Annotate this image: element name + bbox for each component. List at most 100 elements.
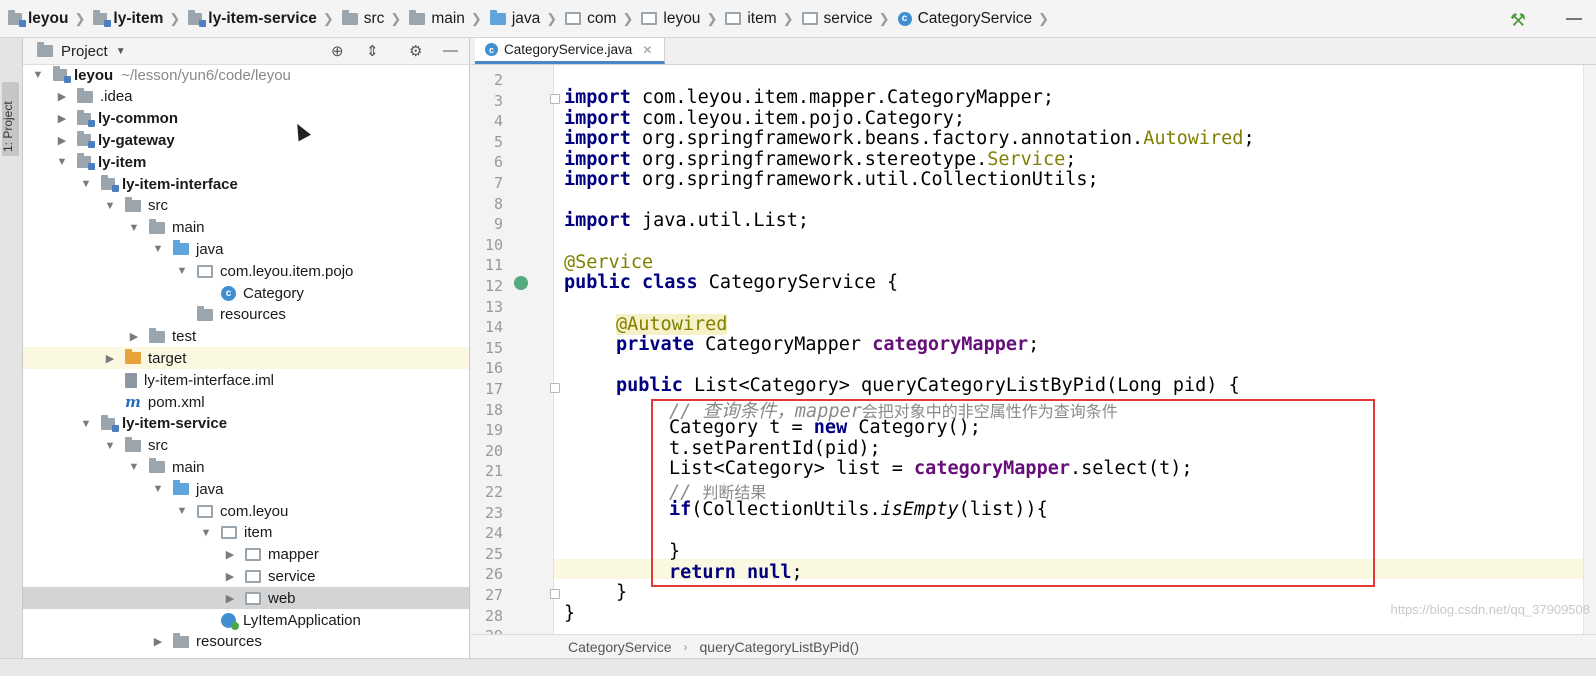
tree-item[interactable]: c Category	[23, 282, 469, 304]
collapse-arrow-icon[interactable]: ▶	[127, 330, 141, 343]
code-line-12: public class CategoryService {	[564, 272, 899, 293]
menu-icon[interactable]	[1566, 18, 1582, 20]
breadcrumb-item[interactable]: com ❯	[565, 10, 641, 28]
chevron-right-icon: ❯	[470, 10, 482, 26]
line-number: 18	[484, 400, 503, 419]
fold-marker-icon[interactable]	[550, 383, 560, 393]
tree-item[interactable]: ▶ web	[23, 587, 469, 610]
tree-item-label: web	[268, 589, 296, 607]
package-icon	[245, 548, 261, 562]
collapse-arrow-icon[interactable]: ▶	[223, 592, 237, 605]
status-class-crumb[interactable]: CategoryService	[568, 639, 672, 655]
close-icon[interactable]: ✕	[642, 43, 652, 57]
collapse-arrow-icon[interactable]: ▶	[151, 635, 165, 648]
line-number-gutter: 2 3 4 5 6 7 8 9 10 11 12 13 14 15 16 17 18 19 20 21 22 23 24 25…	[471, 65, 554, 662]
breadcrumb-item[interactable]: leyou ❯	[8, 9, 93, 28]
code-line-7: import org.springframework.util.Collecti…	[564, 169, 1099, 190]
locate-target-icon[interactable]: ⊕	[331, 42, 344, 60]
tree-item[interactable]: ▶ mapper	[23, 544, 469, 566]
line-number: 20	[484, 441, 503, 460]
breadcrumb-item[interactable]: item ❯	[725, 10, 801, 28]
collapse-arrow-icon[interactable]: ▶	[55, 112, 69, 125]
expand-arrow-icon[interactable]: ▼	[103, 440, 117, 452]
tree-item[interactable]: m pom.xml	[23, 391, 469, 413]
collapse-all-icon[interactable]: ⇕	[366, 42, 379, 60]
collapse-arrow-icon[interactable]: ▶	[103, 352, 117, 365]
line-number: 7	[493, 174, 503, 192]
package-icon	[801, 12, 818, 25]
project-icon	[37, 42, 53, 57]
tree-item[interactable]: ▶ ly-gateway	[23, 129, 469, 151]
tree-item[interactable]: ▶ resources	[23, 631, 469, 653]
chevron-down-icon[interactable]: ▼	[116, 46, 126, 57]
expand-arrow-icon[interactable]: ▼	[127, 461, 141, 473]
chevron-right-icon: ❯	[622, 10, 634, 26]
module-folder-icon	[188, 9, 207, 27]
tree-item-label: leyou	[74, 66, 114, 84]
fold-marker-icon[interactable]	[550, 94, 560, 104]
tree-item[interactable]: ▼ src	[23, 435, 469, 457]
tree-item[interactable]: ly-item-interface.iml	[23, 369, 469, 391]
breadcrumb-item[interactable]: ly-item ❯	[93, 9, 188, 28]
expand-arrow-icon[interactable]: ▼	[103, 200, 117, 212]
tree-item[interactable]: ▼ java	[23, 478, 469, 500]
expand-arrow-icon[interactable]: ▼	[175, 505, 189, 517]
tree-item[interactable]: ▼ ly-item	[23, 151, 469, 173]
tree-item[interactable]: ▼ ly-item-interface	[23, 173, 469, 195]
tree-item[interactable]: ▼ main	[23, 456, 469, 478]
expand-arrow-icon[interactable]: ▼	[79, 178, 93, 190]
chevron-right-icon: ❯	[878, 10, 890, 26]
class-icon: c	[897, 11, 912, 26]
tree-item[interactable]: ▶ test	[23, 326, 469, 348]
tree-item[interactable]: ▼ src	[23, 195, 469, 217]
expand-arrow-icon[interactable]: ▼	[151, 483, 165, 495]
tree-item[interactable]: ▼ java	[23, 238, 469, 260]
expand-arrow-icon[interactable]: ▼	[127, 222, 141, 234]
expand-arrow-icon[interactable]: ▼	[79, 418, 93, 430]
breadcrumb-item[interactable]: leyou ❯	[641, 10, 725, 28]
code-line-5: import org.springframework.beans.factory…	[564, 128, 1255, 149]
chevron-right-icon: ❯	[782, 10, 794, 26]
build-hammer-icon[interactable]: ⚒	[1510, 10, 1526, 31]
hide-panel-icon[interactable]: —	[443, 42, 458, 59]
tree-item[interactable]: ▼ ly-item-service	[23, 413, 469, 435]
expand-arrow-icon[interactable]: ▼	[31, 69, 45, 81]
tree-item[interactable]: ▼ com.leyou	[23, 500, 469, 522]
breadcrumb-item[interactable]: main ❯	[409, 9, 490, 28]
tree-item[interactable]: ▶ target	[23, 347, 469, 370]
breadcrumb-item[interactable]: src ❯	[341, 9, 410, 28]
tree-item[interactable]: ▼ main	[23, 217, 469, 239]
collapse-arrow-icon[interactable]: ▶	[223, 548, 237, 561]
fold-marker-icon[interactable]	[550, 589, 560, 599]
gear-icon[interactable]: ⚙	[409, 42, 422, 60]
tree-item-label: service	[268, 567, 316, 585]
tree-item[interactable]: resources	[23, 304, 469, 326]
breadcrumb-item[interactable]: c CategoryService ❯	[897, 10, 1057, 28]
breadcrumb-item[interactable]: service ❯	[801, 10, 898, 28]
tree-item-label: ly-item	[98, 153, 147, 171]
tree-item[interactable]: ▼ leyou ~/lesson/yun6/code/leyou	[23, 64, 469, 86]
tree-item[interactable]: ▼ com.leyou.item.pojo	[23, 260, 469, 282]
collapse-arrow-icon[interactable]: ▶	[55, 90, 69, 103]
tree-item[interactable]: ▶ .idea	[23, 86, 469, 108]
breadcrumb-item[interactable]: ly-item-service ❯	[188, 9, 341, 28]
expand-arrow-icon[interactable]: ▼	[55, 156, 69, 168]
line-number: 21	[484, 462, 503, 481]
tree-item[interactable]: LyItemApplication	[23, 609, 469, 631]
tab-categoryservice-java[interactable]: c CategoryService.java ✕	[475, 38, 666, 64]
collapse-arrow-icon[interactable]: ▶	[223, 570, 237, 583]
class-icon: c	[485, 43, 498, 56]
status-method-crumb[interactable]: queryCategoryListByPid()	[700, 639, 860, 655]
collapse-arrow-icon[interactable]: ▶	[55, 134, 69, 147]
tree-item[interactable]: ▶ ly-common	[23, 108, 469, 130]
implementation-marker-icon[interactable]	[514, 276, 528, 290]
line-number: 5	[493, 132, 503, 151]
expand-arrow-icon[interactable]: ▼	[199, 527, 213, 539]
expand-arrow-icon[interactable]: ▼	[175, 265, 189, 277]
line-number: 26	[484, 565, 503, 584]
expand-arrow-icon[interactable]: ▼	[151, 243, 165, 255]
tree-item[interactable]: ▶ service	[23, 565, 469, 587]
breadcrumb-item[interactable]: java ❯	[489, 9, 565, 28]
tree-item[interactable]: ▼ item	[23, 522, 469, 544]
project-view-selector[interactable]: Project	[61, 43, 108, 60]
